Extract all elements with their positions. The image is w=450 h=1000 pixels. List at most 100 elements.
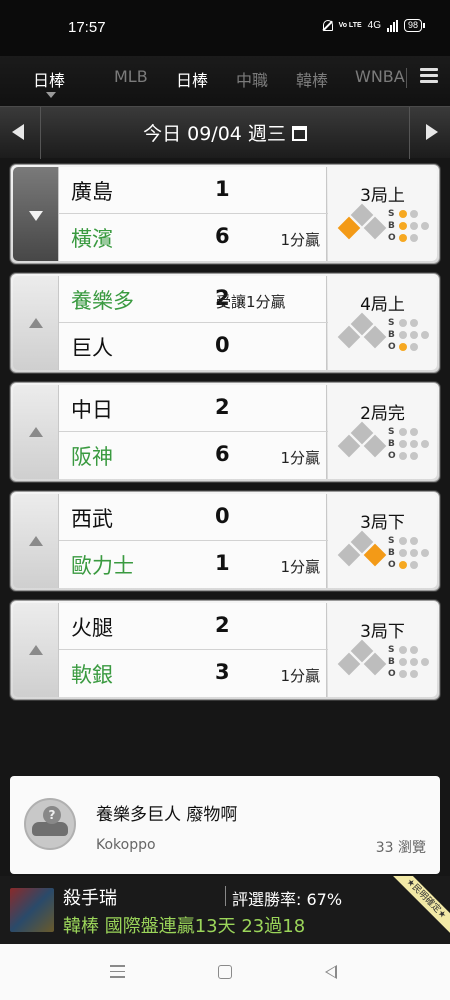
team-score: 6 xyxy=(215,224,230,248)
chevron-down-icon[interactable] xyxy=(46,92,56,98)
team-score: 3 xyxy=(215,660,230,684)
count-labels: SBO xyxy=(388,644,396,680)
ribbon-label: ★民明確定★ xyxy=(390,876,450,936)
game-card[interactable]: 火腿 2 軟銀 3 1分贏 3局下 S B O xyxy=(10,600,440,700)
mute-icon xyxy=(321,19,333,32)
count-dot xyxy=(410,440,418,448)
inning-label: 3局下 xyxy=(360,513,405,533)
inning-label: 2局完 xyxy=(360,404,405,424)
count-dot xyxy=(399,658,407,666)
out-label: O xyxy=(388,233,396,243)
game-status: 2局完 S B O xyxy=(328,385,437,479)
count-labels: SBO xyxy=(388,535,396,571)
count-dot-row xyxy=(399,210,429,222)
team-score: 1 xyxy=(215,551,230,575)
tab-current-league[interactable]: 日棒 xyxy=(33,67,65,91)
date-selector[interactable]: 今日 09/04 週三 xyxy=(0,119,450,146)
banner-divider xyxy=(225,886,226,906)
forum-post-card[interactable]: ? 養樂多巨人 廢物啊 Kokoppo 33 瀏覽 xyxy=(10,776,440,874)
back-icon[interactable] xyxy=(325,965,337,979)
count-dot xyxy=(410,537,418,545)
strike-label: S xyxy=(388,209,395,219)
count-dot xyxy=(421,440,429,448)
vote-button[interactable] xyxy=(13,494,58,588)
game-card[interactable]: 廣島 1 橫濱 6 1分贏 3局上 S B O xyxy=(10,164,440,264)
status-icons: Vo LTE 4G 98 xyxy=(321,19,426,32)
game-status: 3局下 S B O xyxy=(328,494,437,588)
team-name: 火腿 xyxy=(71,616,113,640)
count-dot xyxy=(410,222,418,230)
calendar-icon[interactable] xyxy=(291,126,307,141)
tab-mlb[interactable]: MLB xyxy=(114,67,148,86)
count-dot xyxy=(399,646,407,654)
count-dot-row xyxy=(399,234,429,246)
next-day-icon[interactable] xyxy=(426,124,438,140)
count-dot-row xyxy=(399,331,429,343)
team-row-away: 中日 2 xyxy=(59,385,328,432)
strike-label: S xyxy=(388,427,395,437)
team-name: 橫濱 xyxy=(71,227,113,251)
team-row-away: 西武 0 xyxy=(59,494,328,541)
team-rows: 養樂多 2 受讓1分贏 巨人 0 xyxy=(58,276,328,370)
tab-npb[interactable]: 日棒 xyxy=(176,67,208,91)
game-card[interactable]: 中日 2 阪神 6 1分贏 2局完 S B O xyxy=(10,382,440,482)
count-dot xyxy=(399,561,407,569)
date-divider-right xyxy=(409,107,410,159)
game-status: 4局上 S B O xyxy=(328,276,437,370)
count-dot xyxy=(399,452,407,460)
post-views: 33 瀏覽 xyxy=(375,840,426,856)
menu-icon[interactable] xyxy=(420,68,438,84)
count-labels: SBO xyxy=(388,426,396,462)
strike-label: S xyxy=(388,645,395,655)
count-dot xyxy=(421,331,429,339)
count-dot-row xyxy=(399,658,429,670)
tab-kbo[interactable]: 韓棒 xyxy=(296,67,328,91)
home-icon[interactable] xyxy=(218,965,232,979)
team-score: 0 xyxy=(215,504,230,528)
team-score: 1 xyxy=(215,177,230,201)
date-bar: 今日 09/04 週三 xyxy=(0,106,450,159)
count-dot xyxy=(410,343,418,351)
expert-banner[interactable]: 殺手瑞 評選勝率: 67% 韓棒 國際盤連贏13天 23過18 ★民明確定★ xyxy=(0,876,450,944)
game-card[interactable]: 西武 0 歐力士 1 1分贏 3局下 S B O xyxy=(10,491,440,591)
bet-result: 受讓1分贏 xyxy=(216,293,286,311)
team-name: 歐力士 xyxy=(71,554,134,578)
count-dot xyxy=(399,210,407,218)
vote-button[interactable] xyxy=(13,276,58,370)
corner-ribbon: ★民明確定★ xyxy=(390,876,450,936)
game-list: 廣島 1 橫濱 6 1分贏 3局上 S B O 養樂多 2 受讓1分贏 巨人 0 4局上 S B O 中日 2 阪神 6 1… xyxy=(10,164,440,709)
arrow-up-icon xyxy=(29,427,43,437)
team-name: 廣島 xyxy=(71,180,113,204)
recents-icon[interactable] xyxy=(110,965,125,979)
tab-cpbl[interactable]: 中職 xyxy=(236,67,268,91)
count-dot xyxy=(410,210,418,218)
expert-win-rate: 評選勝率: 67% xyxy=(232,890,343,909)
vote-button[interactable] xyxy=(13,167,58,261)
vote-button[interactable] xyxy=(13,603,58,697)
team-row-away: 火腿 2 xyxy=(59,603,328,650)
count-dots xyxy=(399,428,429,464)
count-dot xyxy=(410,561,418,569)
count-dot xyxy=(399,222,407,230)
inning-label: 3局上 xyxy=(360,186,405,206)
count-dot xyxy=(399,537,407,545)
count-dot xyxy=(410,549,418,557)
count-dot-row xyxy=(399,549,429,561)
team-name: 中日 xyxy=(71,398,113,422)
out-label: O xyxy=(388,451,396,461)
vote-button[interactable] xyxy=(13,385,58,479)
count-dot-row xyxy=(399,670,429,682)
game-card[interactable]: 養樂多 2 受讓1分贏 巨人 0 4局上 S B O xyxy=(10,273,440,373)
tab-wnba[interactable]: WNBA xyxy=(355,67,405,86)
post-author: Kokoppo xyxy=(96,837,156,853)
bases-diamond xyxy=(337,421,387,463)
count-dot xyxy=(421,549,429,557)
expert-record: 韓棒 國際盤連贏13天 23過18 xyxy=(63,916,306,937)
out-label: O xyxy=(388,342,396,352)
ball-label: B xyxy=(388,221,395,231)
team-rows: 中日 2 阪神 6 1分贏 xyxy=(58,385,328,479)
status-bar: 17:57 Vo LTE 4G 98 xyxy=(0,0,450,56)
count-dot-row xyxy=(399,561,429,573)
count-dot xyxy=(410,234,418,242)
team-row-home: 巨人 0 xyxy=(59,323,328,370)
